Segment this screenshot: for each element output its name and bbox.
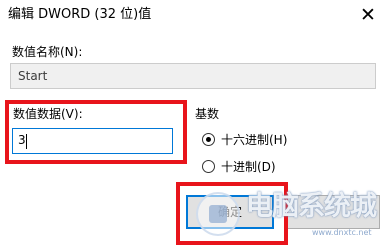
edit-dword-dialog: 编辑 DWORD (32 位)值 ✕ 数值名称(N): Start 数值数据(V… — [0, 0, 388, 250]
title-bar: 编辑 DWORD (32 位)值 ✕ — [0, 0, 388, 32]
close-button[interactable]: ✕ — [354, 1, 382, 29]
value-name-label: 数值名称(N): — [12, 45, 83, 59]
value-data-label: 数值数据(V): — [13, 107, 83, 121]
dialog-title: 编辑 DWORD (32 位)值 — [8, 7, 152, 22]
value-name-text: Start — [18, 69, 48, 83]
watermark-url: www.dnxtc.net — [312, 228, 372, 237]
radio-selected-dot — [206, 137, 211, 142]
value-data-input[interactable]: 3 — [12, 128, 173, 154]
base-group-label: 基数 — [195, 107, 220, 121]
radio-button-icon — [202, 160, 215, 173]
text-caret — [26, 134, 27, 149]
radio-decimal-label: 十进制(D) — [221, 160, 276, 174]
value-name-field: Start — [10, 63, 376, 89]
radio-hexadecimal-label: 十六进制(H) — [221, 133, 288, 147]
radio-button-icon — [202, 133, 215, 146]
ok-button[interactable]: 确定 — [186, 195, 274, 229]
cancel-button[interactable] — [284, 195, 380, 229]
value-data-text: 3 — [18, 133, 26, 147]
